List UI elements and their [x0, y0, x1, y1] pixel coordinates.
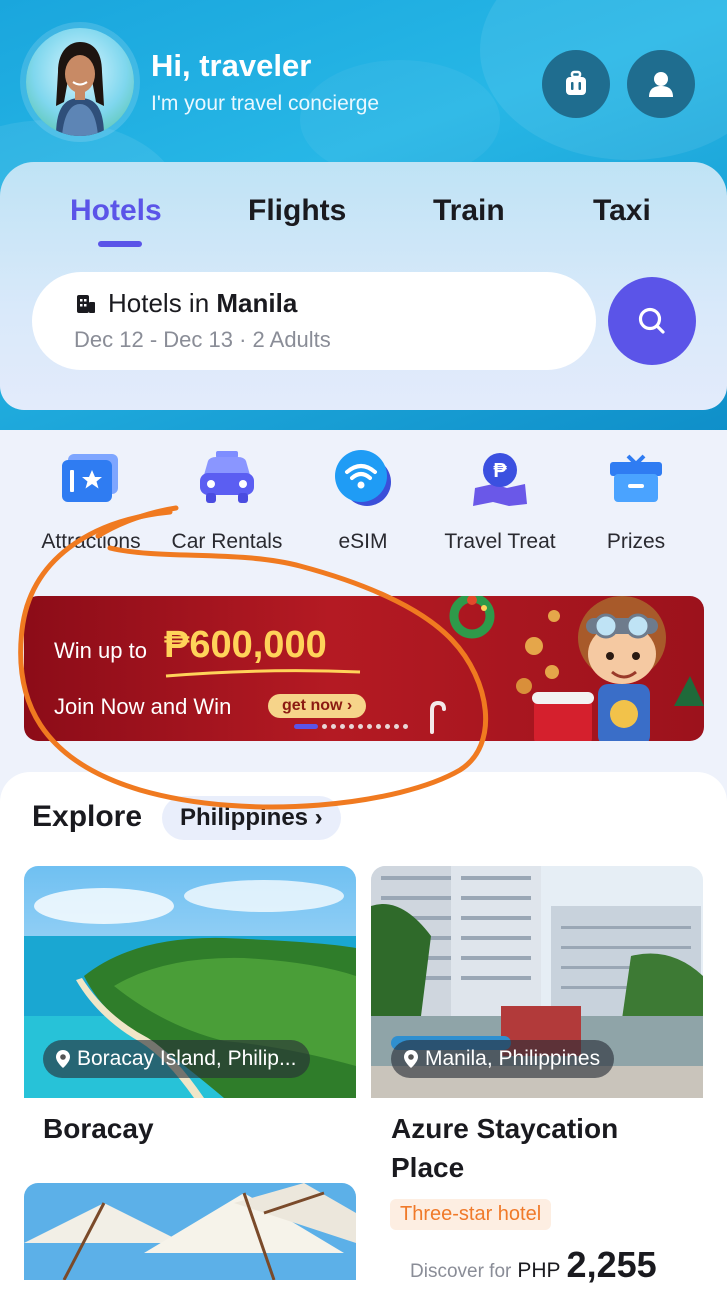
- car-icon: [200, 451, 254, 503]
- quick-link-travel-treat[interactable]: ₱ Travel Treat: [435, 448, 565, 554]
- concierge-avatar[interactable]: [26, 28, 134, 136]
- attractions-icon: [62, 454, 118, 502]
- search-destination: Hotels in Manila: [108, 288, 298, 318]
- quick-link-prizes[interactable]: Prizes: [571, 448, 701, 554]
- greeting-title: Hi, traveler: [151, 48, 312, 83]
- price-amount: 2,255: [566, 1244, 657, 1285]
- banner-prefix: Win up to: [54, 638, 147, 663]
- quick-link-label: eSIM: [338, 530, 388, 553]
- banner-subtitle: Join Now and Win: [54, 694, 232, 719]
- quick-link-label: Travel Treat: [444, 530, 556, 553]
- profile-icon: [649, 72, 673, 97]
- location-text: Manila, Philippines: [425, 1047, 601, 1070]
- wreath-icon: [449, 596, 495, 639]
- search-dates-guests: Dec 12 - Dec 13 · 2 Adults: [74, 327, 331, 352]
- price-currency: PHP: [517, 1259, 561, 1282]
- active-tab-indicator: [98, 241, 142, 247]
- mascot-illustration: [516, 596, 704, 741]
- destination-image: [24, 1183, 356, 1280]
- destination-card-3[interactable]: [24, 1183, 356, 1280]
- get-now-button[interactable]: get now ›: [268, 694, 367, 718]
- tab-hotels[interactable]: Hotels: [70, 194, 162, 228]
- card-title: Boracay: [43, 1113, 154, 1144]
- search-icon: [638, 307, 665, 334]
- hotel-star-badge: Three-star hotel: [390, 1199, 552, 1230]
- location-text: Boracay Island, Philip...: [77, 1047, 297, 1070]
- quick-link-label: Prizes: [606, 530, 666, 553]
- banner-amount: ₱600,000: [164, 624, 327, 666]
- carousel-indicator: [294, 724, 408, 729]
- quick-link-esim[interactable]: eSIM: [298, 448, 428, 554]
- amount-underline-decoration: [165, 669, 361, 678]
- explore-title: Explore: [32, 800, 143, 833]
- prizes-icon: [610, 454, 662, 502]
- card-title-line1: Azure Staycation: [391, 1113, 619, 1144]
- quick-link-car-rentals[interactable]: Car Rentals: [162, 448, 292, 554]
- location-pill: Manila, Philippines: [391, 1040, 615, 1078]
- greeting-subtitle: I'm your travel concierge: [151, 92, 380, 115]
- hotel-icon: [77, 295, 95, 313]
- search-button[interactable]: [608, 277, 696, 365]
- travel-treat-icon: ₱: [473, 453, 527, 506]
- quick-link-label: Car Rentals: [171, 530, 283, 553]
- promo-banner[interactable]: Win up to ₱600,000 Join Now and Win get …: [24, 596, 704, 741]
- quick-link-label: Attractions: [41, 530, 141, 553]
- tab-train[interactable]: Train: [433, 194, 505, 228]
- tab-flights[interactable]: Flights: [248, 194, 346, 228]
- country-selector[interactable]: Philippines ›: [162, 796, 341, 840]
- hotel-search-field[interactable]: [32, 272, 596, 370]
- search-city: Manila: [216, 288, 298, 318]
- profile-button[interactable]: [627, 50, 695, 118]
- esim-icon: [335, 450, 391, 506]
- location-pin-icon: [56, 1050, 70, 1068]
- candy-cane-icon: [430, 700, 446, 734]
- price-prefix: Discover for: [410, 1261, 512, 1282]
- bookings-button[interactable]: [542, 50, 610, 118]
- card-title-line2: Place: [391, 1152, 465, 1183]
- location-pin-icon: [404, 1050, 418, 1068]
- quick-link-attractions[interactable]: Attractions: [26, 448, 156, 554]
- location-pill: Boracay Island, Philip...: [43, 1040, 311, 1078]
- svg-text:₱: ₱: [493, 460, 507, 482]
- luggage-icon: [566, 70, 586, 95]
- tab-taxi[interactable]: Taxi: [593, 194, 651, 228]
